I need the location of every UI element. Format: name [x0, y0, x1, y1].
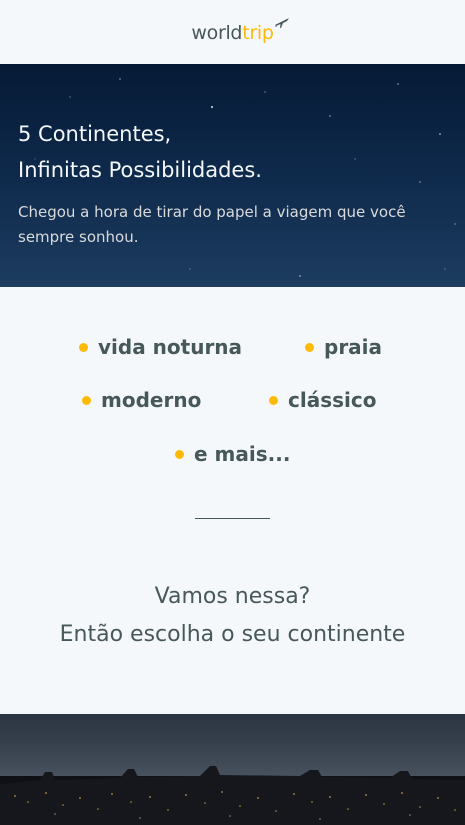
travel-type-item: vida noturna: [79, 335, 242, 359]
travel-type-label: vida noturna: [98, 335, 243, 359]
travel-type-item: moderno: [82, 388, 201, 412]
travel-type-label: clássico: [288, 388, 377, 412]
worldtrip-logo[interactable]: world trip: [191, 18, 289, 44]
banner-subtitle: Chegou a hora de tirar do papel a viagem…: [18, 203, 406, 246]
city-skyline-image: [0, 766, 465, 825]
travel-types: vida noturna praia moderno clássico e ma…: [0, 287, 465, 517]
bullet-dot-icon: [82, 395, 91, 405]
logo-world-text: world: [191, 22, 243, 44]
airplane-icon: [274, 18, 289, 28]
bullet-dot-icon: [79, 342, 88, 352]
continent-cta: Vamos nessa? Então escolha o seu contine…: [0, 578, 465, 654]
banner-title: 5 Continentes, Infinitas Possibilidades.: [18, 116, 262, 188]
bullet-dot-icon: [269, 395, 278, 405]
continent-slider[interactable]: [0, 714, 465, 825]
travel-type-item: e mais...: [175, 442, 290, 466]
bullet-dot-icon: [305, 342, 314, 352]
travel-type-label: e mais...: [194, 442, 291, 466]
hero-banner: 5 Continentes, Infinitas Possibilidades.…: [0, 64, 465, 287]
travel-type-item: praia: [305, 335, 382, 359]
section-divider: [195, 518, 270, 519]
cta-line-2: Então escolha o seu continente: [59, 622, 406, 647]
banner-title-line-2: Infinitas Possibilidades.: [18, 158, 262, 182]
cta-line-1: Vamos nessa?: [154, 584, 311, 609]
site-header: world trip: [0, 0, 465, 64]
travel-type-label: moderno: [101, 388, 202, 412]
bullet-dot-icon: [175, 449, 184, 459]
banner-title-line-1: 5 Continentes,: [18, 122, 172, 146]
page: world trip 5 Continentes, Infinitas Poss…: [0, 0, 465, 825]
travel-type-item: clássico: [269, 388, 376, 412]
logo-trip-text: trip: [242, 22, 274, 44]
travel-type-label: praia: [324, 335, 383, 359]
